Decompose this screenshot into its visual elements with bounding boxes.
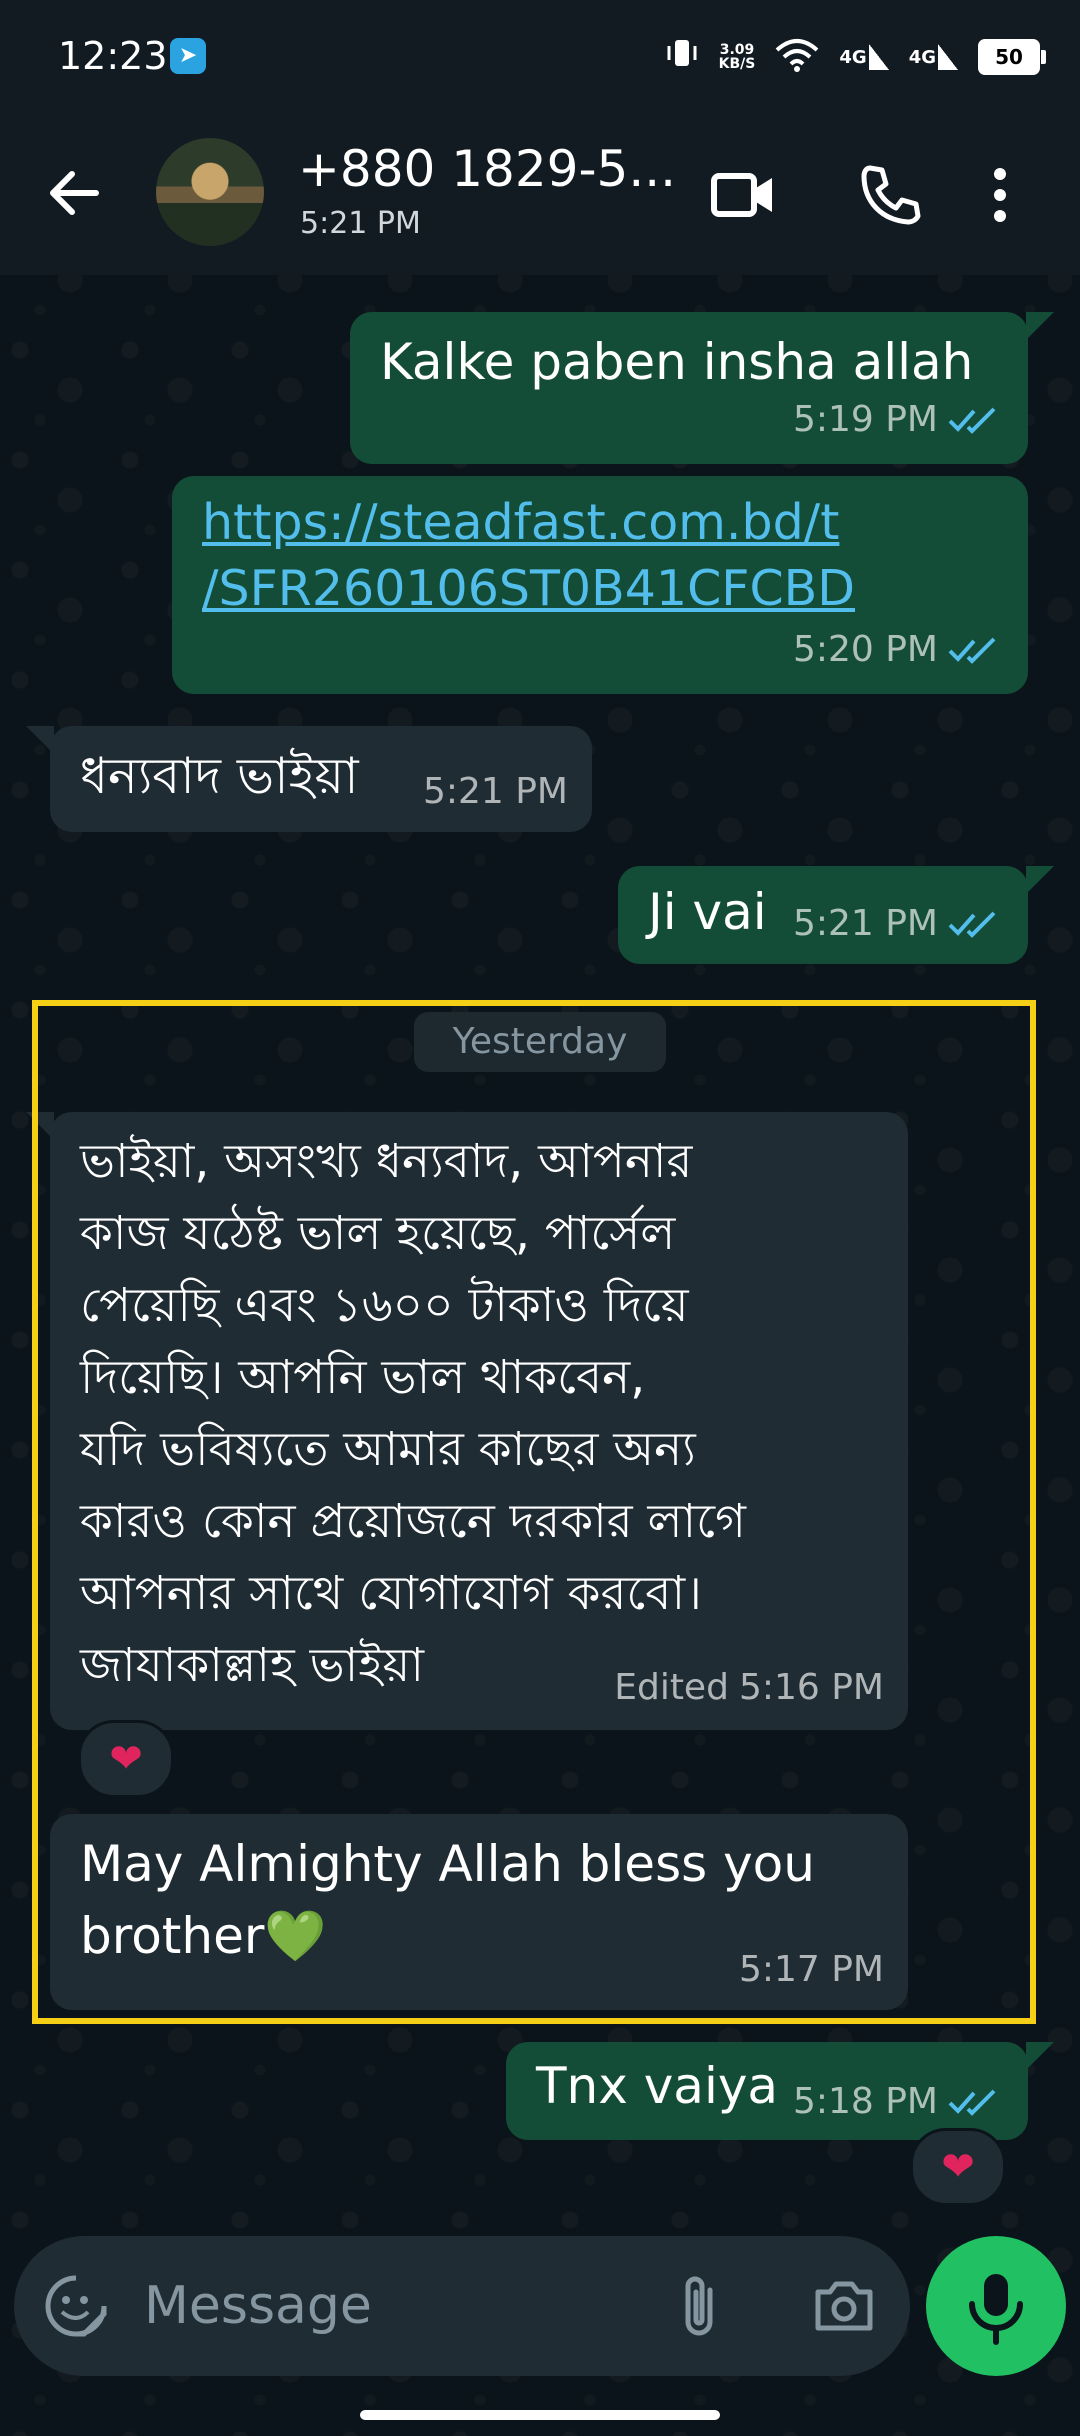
read-ticks-icon: [948, 637, 996, 664]
network-speed: 3.09 KB/S: [719, 43, 756, 71]
bubble-tail: [1026, 312, 1054, 340]
signal-1-icon: 4G: [839, 43, 889, 70]
signal-1-label: 4G: [839, 46, 867, 68]
message-meta: 5:20 PM: [793, 614, 1000, 686]
message-time: 5:21 PM: [792, 903, 938, 944]
message-line: আপনার সাথে যোগাযোগ করবো।: [80, 1566, 702, 1621]
bubble-tail: [1026, 866, 1054, 894]
message-meta: Edited 5:16 PM: [614, 1652, 884, 1724]
outgoing-message-link[interactable]: https://steadfast.com.bd/t /SFR260106ST0…: [172, 476, 1028, 694]
outgoing-message[interactable]: Ji vai 5:21 PM: [618, 866, 1028, 964]
message-input[interactable]: Message: [144, 2276, 372, 2336]
message-line: May Almighty Allah bless you: [80, 1835, 815, 1893]
video-call-icon[interactable]: [710, 162, 776, 228]
link-line-2[interactable]: /SFR260106ST0B41CFCBD: [202, 556, 855, 622]
message-text: May Almighty Allah bless you brother💚: [80, 1828, 815, 1972]
message-meta: 5:21 PM: [793, 888, 1000, 960]
home-indicator[interactable]: [360, 2410, 720, 2420]
network-speed-value: 3.09: [719, 42, 755, 58]
contact-name[interactable]: +880 1829-5...: [298, 140, 676, 198]
message-line: দিয়েছি। আপনি ভাল থাকবেন,: [80, 1350, 646, 1405]
heart-reaction-icon[interactable]: ❤: [910, 2128, 1006, 2206]
more-options-icon[interactable]: [980, 162, 1020, 228]
heart-reaction-icon[interactable]: ❤: [78, 1720, 174, 1798]
read-ticks-icon: [948, 407, 996, 434]
message-time: 5:17 PM: [738, 1949, 884, 1990]
microphone-icon: [969, 2274, 1023, 2345]
green-heart-emoji: 💚: [264, 1907, 327, 1965]
incoming-message[interactable]: ধন্যবাদ ভাইয়া 5:21 PM: [50, 726, 592, 832]
message-text: Ji vai: [648, 883, 767, 941]
last-seen-time: 5:21 PM: [300, 206, 421, 241]
status-bar: 12:23 ➤ 3.09 KB/S 4G 4G 50: [0, 0, 1080, 110]
battery-icon: 50: [978, 39, 1046, 75]
message-time: 5:21 PM: [422, 771, 568, 812]
message-line: যদি ভবিষ্যতে আমার কাছের অন্য: [80, 1422, 696, 1477]
bubble-tail: [1026, 2042, 1054, 2070]
message-input-bar[interactable]: Message: [14, 2236, 910, 2376]
message-time: 5:18 PM: [792, 2081, 938, 2122]
signal-2-label: 4G: [908, 46, 936, 68]
message-text: ধন্যবাদ ভাইয়া: [80, 747, 359, 805]
read-ticks-icon: [948, 911, 996, 938]
message-line: ভাইয়া, অসংখ্য ধন্যবাদ, আপনার: [80, 1134, 693, 1189]
date-divider: Yesterday: [414, 1012, 666, 1072]
signal-2-icon: 4G: [908, 43, 958, 70]
camera-icon[interactable]: [812, 2276, 876, 2340]
chat-screen: 12:23 ➤ 3.09 KB/S 4G 4G 50 +880 1829-5..…: [0, 0, 1080, 2436]
message-meta: 5:21 PM: [423, 756, 568, 828]
chat-header: +880 1829-5... 5:21 PM: [0, 110, 1080, 275]
sticker-icon[interactable]: [44, 2274, 108, 2342]
read-ticks-icon: [948, 2089, 996, 2116]
vibrate-icon: [665, 36, 699, 78]
incoming-message[interactable]: May Almighty Allah bless you brother💚 5:…: [50, 1814, 908, 2010]
network-speed-unit: KB/S: [718, 56, 756, 72]
message-text: ভাইয়া, অসংখ্য ধন্যবাদ, আপনার কাজ যঠেষ্ট…: [80, 1126, 746, 1702]
message-meta: 5:19 PM: [793, 384, 1000, 456]
link-line-1[interactable]: https://steadfast.com.bd/t: [202, 490, 855, 556]
message-meta: 5:17 PM: [739, 1934, 884, 2006]
message-time: 5:20 PM: [792, 629, 938, 670]
outgoing-message[interactable]: Kalke paben insha allah 5:19 PM: [350, 312, 1028, 464]
outgoing-message[interactable]: Tnx vaiya 5:18 PM: [506, 2042, 1028, 2140]
telegram-notification-icon: ➤: [170, 38, 206, 74]
incoming-message-long[interactable]: ভাইয়া, অসংখ্য ধন্যবাদ, আপনার কাজ যঠেষ্ট…: [50, 1112, 908, 1730]
message-time: 5:16 PM: [738, 1667, 884, 1708]
bubble-tail: [26, 1112, 54, 1140]
contact-avatar[interactable]: [156, 138, 264, 246]
edited-label: Edited: [614, 1667, 729, 1708]
status-time: 12:23: [58, 34, 168, 78]
message-time: 5:19 PM: [792, 399, 938, 440]
back-arrow-icon[interactable]: [40, 158, 110, 228]
message-line: পেয়েছি এবং ১৬০০ টাকাও দিয়ে: [80, 1278, 689, 1333]
wifi-icon: [775, 38, 819, 76]
message-line: কাজ যঠেষ্ট ভাল হয়েছে, পার্সেল: [80, 1206, 676, 1261]
message-text: Tnx vaiya: [536, 2057, 779, 2115]
voice-call-icon[interactable]: [856, 162, 922, 228]
attach-icon[interactable]: [674, 2274, 724, 2342]
bubble-tail: [26, 726, 54, 754]
message-line: brother: [80, 1907, 265, 1965]
message-line: কারও কোন প্রয়োজনে দরকার লাগে: [80, 1494, 746, 1549]
message-link[interactable]: https://steadfast.com.bd/t /SFR260106ST0…: [202, 490, 855, 622]
voice-message-button[interactable]: [926, 2236, 1066, 2376]
